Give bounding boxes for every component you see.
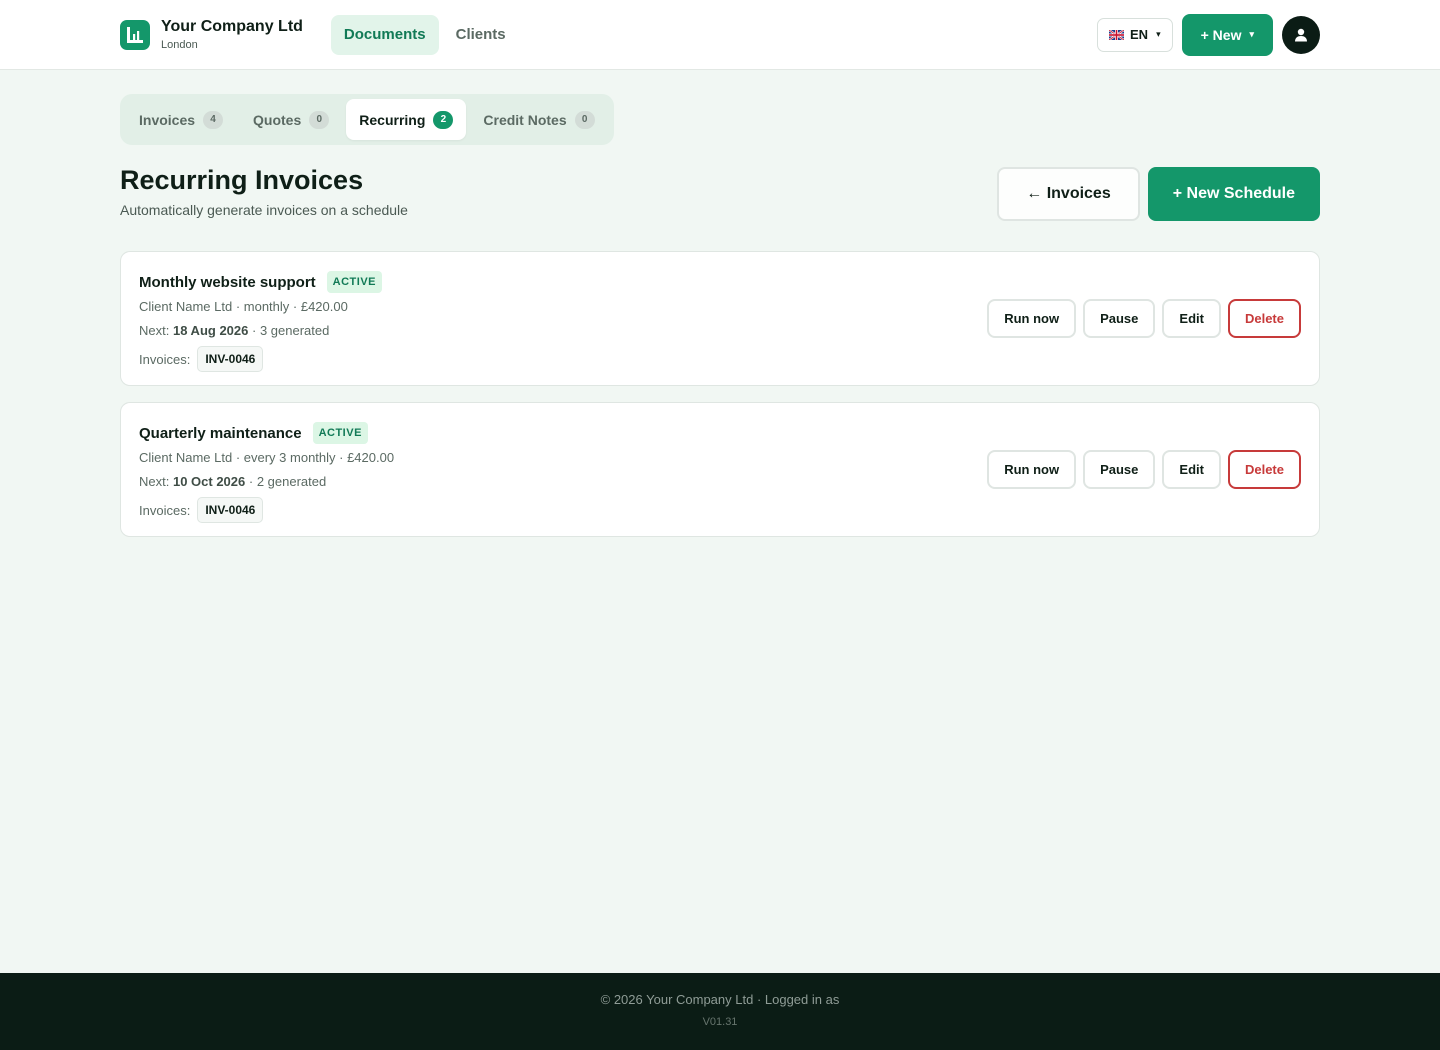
delete-button[interactable]: Delete [1227,299,1301,338]
page-subtitle: Automatically generate invoices on a sch… [120,202,408,218]
generated-count: · 3 generated [252,323,330,338]
generated-count: · 2 generated [248,474,327,489]
tab-recurring[interactable]: Recurring 2 [346,99,467,140]
tab-count-badge: 2 [433,110,454,129]
next-prefix: Next: [139,323,170,338]
schedule-invoices: Invoices: INV-0046 [139,497,394,523]
language-label: EN [1130,27,1149,42]
user-avatar[interactable] [1282,15,1320,54]
tab-label: Recurring [359,111,426,128]
user-icon [1295,28,1307,41]
chevron-down-icon: ▾ [1156,29,1161,39]
next-prefix: Next: [139,474,170,489]
page-title: Recurring Invoices [120,165,364,195]
schedule-meta: Client Name Ltd · monthly · £420.00 [139,299,348,314]
schedule-next: Next: 10 Oct 2026 · 2 generated [139,473,394,491]
page-actions: ← Invoices + New Schedule [997,167,1320,221]
footer-text: © 2026 Your Company Ltd · Logged in as [600,992,840,1007]
brand-name: Your Company Ltd [161,18,303,35]
pause-button[interactable]: Pause [1083,299,1156,338]
footer-version: V01.31 [702,1016,738,1028]
next-date: 10 Oct 2026 [172,474,246,489]
schedule-next: Next: 18 Aug 2026 · 3 generated [139,322,382,340]
new-document-button[interactable]: + New ▾ [1181,13,1273,56]
run-now-button[interactable]: Run now [987,299,1077,338]
status-badge: ACTIVE [312,422,368,444]
tab-count-badge: 4 [203,110,224,129]
schedule-title: Quarterly maintenance [139,424,302,442]
tab-label: Credit Notes [483,111,567,128]
brand-city: London [161,39,198,51]
tab-label: Invoices [139,111,196,128]
edit-button[interactable]: Edit [1162,450,1221,489]
invoices-label: Invoices: [139,502,191,518]
run-now-button[interactable]: Run now [987,450,1077,489]
main-nav: Documents Clients [330,14,519,55]
chevron-down-icon: ▾ [1249,29,1254,39]
pause-button[interactable]: Pause [1083,450,1156,489]
uk-flag-icon [1109,29,1125,40]
tab-count-badge: 0 [309,110,330,129]
nav-clients[interactable]: Clients [443,15,519,55]
language-selector[interactable]: EN ▾ [1097,17,1173,52]
tab-quotes[interactable]: Quotes 0 [240,99,342,140]
new-button-label: + New [1200,26,1242,43]
schedule-title: Monthly website support [139,273,316,291]
new-schedule-button[interactable]: + New Schedule [1147,167,1320,221]
delete-button[interactable]: Delete [1227,450,1301,489]
schedule-card: Monthly website support ACTIVE Client Na… [120,251,1320,386]
tab-credit-notes[interactable]: Credit Notes 0 [470,99,607,140]
chart-icon[interactable] [120,19,150,50]
next-date: 18 Aug 2026 [172,323,249,338]
schedule-meta: Client Name Ltd · every 3 monthly · £420… [139,450,395,465]
schedule-invoices: Invoices: INV-0046 [139,346,382,372]
tab-invoices[interactable]: Invoices 4 [126,99,236,140]
tab-label: Quotes [253,111,302,128]
back-to-invoices-button[interactable]: ← Invoices [997,167,1140,221]
nav-documents[interactable]: Documents [330,14,439,55]
invoice-chip[interactable]: INV-0046 [197,497,264,523]
document-tabs: Invoices 4 Quotes 0 Recurring 2 Credit N… [120,94,614,145]
status-badge: ACTIVE [326,271,383,293]
invoice-chip[interactable]: INV-0046 [197,346,264,372]
brand: Your Company Ltd London [161,17,303,52]
invoices-label: Invoices: [139,351,191,367]
schedule-card: Quarterly maintenance ACTIVE Client Name… [120,402,1320,537]
footer: © 2026 Your Company Ltd · Logged in as V… [0,973,1440,1050]
top-header: Your Company Ltd London Documents Client… [0,0,1440,70]
tab-count-badge: 0 [574,110,595,129]
edit-button[interactable]: Edit [1162,299,1221,338]
